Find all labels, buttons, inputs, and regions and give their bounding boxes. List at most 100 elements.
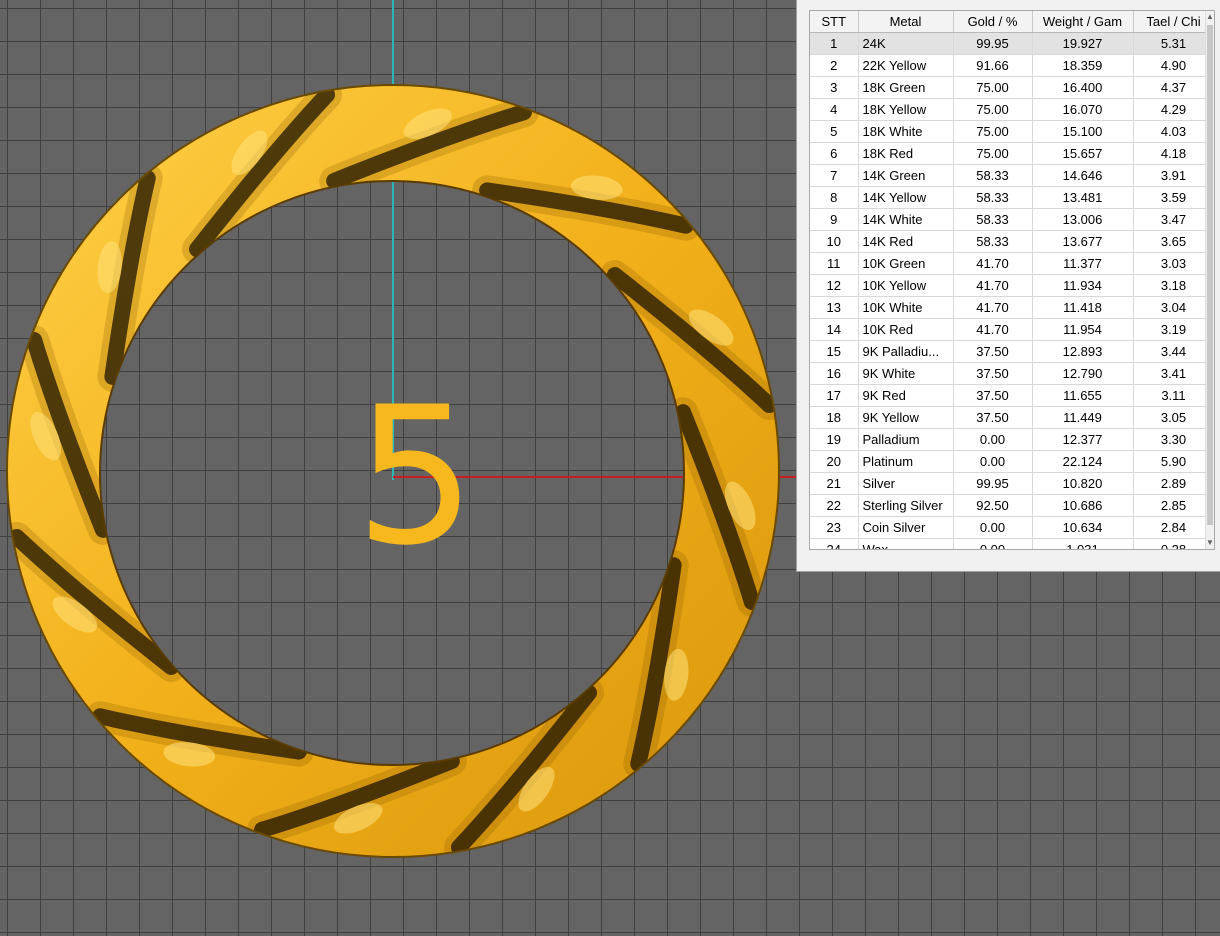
scroll-up-arrow-icon[interactable]: ▲ (1206, 11, 1214, 23)
cell-stt: 10 (810, 230, 859, 253)
table-row[interactable]: 3 18K Green 75.00 16.400 4.37 (810, 76, 1214, 99)
cell-stt: 5 (810, 120, 859, 143)
cell-metal: Coin Silver (858, 516, 954, 539)
table-row[interactable]: 20 Platinum 0.00 22.124 5.90 (810, 450, 1214, 473)
table-row[interactable]: 16 9K White 37.50 12.790 3.41 (810, 362, 1214, 385)
cell-gold-percent: 41.70 (953, 296, 1033, 319)
cell-metal: Palladium (858, 428, 954, 451)
cell-gold-percent: 99.95 (953, 32, 1033, 55)
table-row[interactable]: 15 9K Palladiu... 37.50 12.893 3.44 (810, 340, 1214, 363)
table-row[interactable]: 12 10K Yellow 41.70 11.934 3.18 (810, 274, 1214, 297)
cell-tael: 2.89 (1133, 472, 1214, 495)
cell-gold-percent: 58.33 (953, 208, 1033, 231)
cell-gold-percent: 37.50 (953, 406, 1033, 429)
column-header-metal[interactable]: Metal (858, 11, 954, 33)
cell-metal: 10K Yellow (858, 274, 954, 297)
cell-weight: 18.359 (1032, 54, 1134, 77)
cell-weight: 11.954 (1032, 318, 1134, 341)
cell-gold-percent: 37.50 (953, 362, 1033, 385)
cell-gold-percent: 92.50 (953, 494, 1033, 517)
cell-weight: 1.031 (1032, 538, 1134, 549)
metal-weight-panel: STT Metal Gold / % Weight / Gam Tael / C… (796, 0, 1220, 572)
column-header-stt[interactable]: STT (810, 11, 859, 33)
cell-weight: 12.893 (1032, 340, 1134, 363)
column-header-gold-percent[interactable]: Gold / % (953, 11, 1033, 33)
column-header-tael[interactable]: Tael / Chi (1133, 11, 1214, 33)
cell-stt: 18 (810, 406, 859, 429)
cell-tael: 4.03 (1133, 120, 1214, 143)
cell-tael: 5.31 (1133, 32, 1214, 55)
cell-stt: 23 (810, 516, 859, 539)
cell-metal: 18K White (858, 120, 954, 143)
cell-weight: 12.377 (1032, 428, 1134, 451)
cell-metal: 18K Green (858, 76, 954, 99)
cell-gold-percent: 0.00 (953, 450, 1033, 473)
table-row[interactable]: 23 Coin Silver 0.00 10.634 2.84 (810, 516, 1214, 539)
cell-metal: 9K White (858, 362, 954, 385)
cell-stt: 24 (810, 538, 859, 549)
cell-stt: 7 (810, 164, 859, 187)
table-row[interactable]: 17 9K Red 37.50 11.655 3.11 (810, 384, 1214, 407)
cell-metal: 14K White (858, 208, 954, 231)
table-row[interactable]: 4 18K Yellow 75.00 16.070 4.29 (810, 98, 1214, 121)
cell-metal: 22K Yellow (858, 54, 954, 77)
cell-tael: 3.41 (1133, 362, 1214, 385)
cell-metal: 9K Yellow (858, 406, 954, 429)
table-row[interactable]: 24 Wax 0.00 1.031 0.28 (810, 538, 1214, 549)
table-scrollbar[interactable]: ▲ ▼ (1205, 11, 1214, 549)
cell-gold-percent: 75.00 (953, 142, 1033, 165)
cell-weight: 10.820 (1032, 472, 1134, 495)
cell-metal: 24K (858, 32, 954, 55)
table-row[interactable]: 9 14K White 58.33 13.006 3.47 (810, 208, 1214, 231)
cell-tael: 3.05 (1133, 406, 1214, 429)
cell-stt: 14 (810, 318, 859, 341)
table-row[interactable]: 14 10K Red 41.70 11.954 3.19 (810, 318, 1214, 341)
table-row[interactable]: 13 10K White 41.70 11.418 3.04 (810, 296, 1214, 319)
table-row[interactable]: 19 Palladium 0.00 12.377 3.30 (810, 428, 1214, 451)
table-row[interactable]: 2 22K Yellow 91.66 18.359 4.90 (810, 54, 1214, 77)
table-row[interactable]: 8 14K Yellow 58.33 13.481 3.59 (810, 186, 1214, 209)
metal-weight-table[interactable]: STT Metal Gold / % Weight / Gam Tael / C… (809, 10, 1215, 550)
cell-metal: 14K Red (858, 230, 954, 253)
scrollbar-thumb[interactable] (1207, 25, 1213, 525)
cell-stt: 20 (810, 450, 859, 473)
cell-metal: Platinum (858, 450, 954, 473)
table-row[interactable]: 21 Silver 99.95 10.820 2.89 (810, 472, 1214, 495)
cell-stt: 13 (810, 296, 859, 319)
cell-weight: 12.790 (1032, 362, 1134, 385)
cell-gold-percent: 37.50 (953, 340, 1033, 363)
column-header-weight[interactable]: Weight / Gam (1032, 11, 1134, 33)
cell-weight: 11.418 (1032, 296, 1134, 319)
table-row[interactable]: 18 9K Yellow 37.50 11.449 3.05 (810, 406, 1214, 429)
table-row[interactable]: 11 10K Green 41.70 11.377 3.03 (810, 252, 1214, 275)
cell-tael: 3.44 (1133, 340, 1214, 363)
table-row[interactable]: 5 18K White 75.00 15.100 4.03 (810, 120, 1214, 143)
cell-gold-percent: 0.00 (953, 428, 1033, 451)
cell-gold-percent: 75.00 (953, 76, 1033, 99)
table-row[interactable]: 10 14K Red 58.33 13.677 3.65 (810, 230, 1214, 253)
cell-tael: 3.30 (1133, 428, 1214, 451)
cell-weight: 11.655 (1032, 384, 1134, 407)
cell-weight: 16.070 (1032, 98, 1134, 121)
cell-weight: 13.006 (1032, 208, 1134, 231)
cell-tael: 3.47 (1133, 208, 1214, 231)
cell-weight: 11.934 (1032, 274, 1134, 297)
cell-gold-percent: 41.70 (953, 252, 1033, 275)
table-row[interactable]: 1 24K 99.95 19.927 5.31 (810, 32, 1214, 55)
cell-stt: 1 (810, 32, 859, 55)
scroll-down-arrow-icon[interactable]: ▼ (1206, 537, 1214, 549)
cell-gold-percent: 99.95 (953, 472, 1033, 495)
table-row[interactable]: 22 Sterling Silver 92.50 10.686 2.85 (810, 494, 1214, 517)
cell-metal: Sterling Silver (858, 494, 954, 517)
cell-stt: 6 (810, 142, 859, 165)
cell-metal: 9K Red (858, 384, 954, 407)
table-row[interactable]: 7 14K Green 58.33 14.646 3.91 (810, 164, 1214, 187)
table-row[interactable]: 6 18K Red 75.00 15.657 4.18 (810, 142, 1214, 165)
cell-weight: 22.124 (1032, 450, 1134, 473)
cell-weight: 10.686 (1032, 494, 1134, 517)
cell-stt: 16 (810, 362, 859, 385)
cell-tael: 3.19 (1133, 318, 1214, 341)
cell-weight: 16.400 (1032, 76, 1134, 99)
cell-tael: 3.65 (1133, 230, 1214, 253)
cell-stt: 12 (810, 274, 859, 297)
